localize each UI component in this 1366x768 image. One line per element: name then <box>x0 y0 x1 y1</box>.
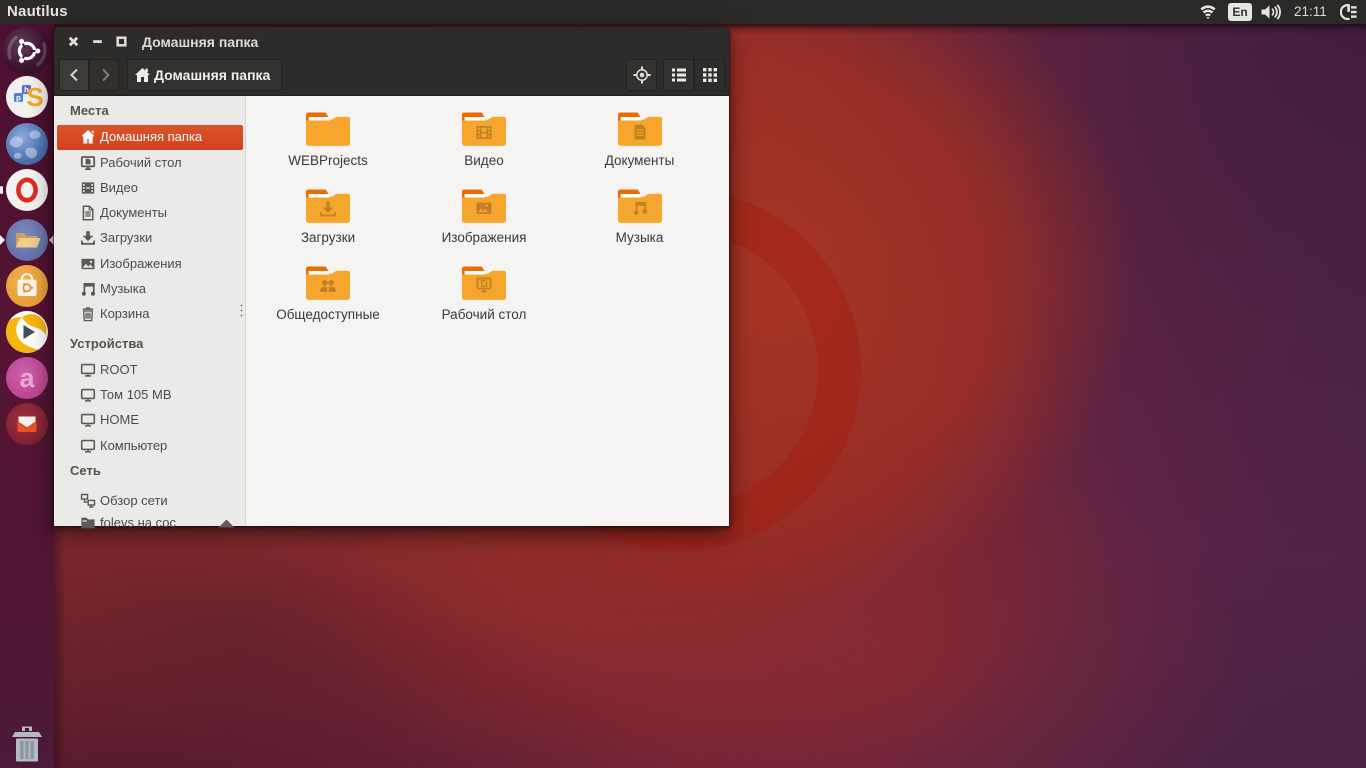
svg-text:a: a <box>19 363 35 393</box>
svg-text:p: p <box>16 94 21 103</box>
svg-text:S: S <box>26 82 43 112</box>
